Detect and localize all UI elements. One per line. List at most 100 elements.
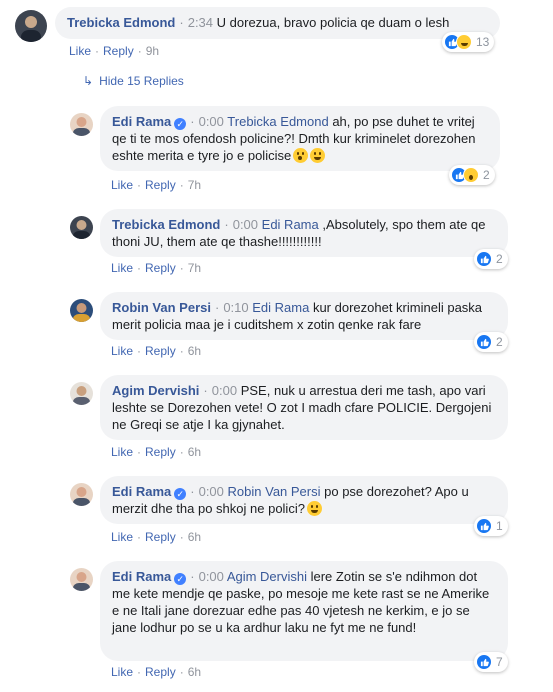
like-reaction-icon bbox=[476, 251, 492, 267]
like-link[interactable]: Like bbox=[111, 665, 133, 679]
comment-actions: Like · Reply · 6h bbox=[111, 665, 201, 679]
reactions-summary[interactable]: 13 bbox=[442, 32, 495, 52]
reactions-summary[interactable]: 1 bbox=[474, 516, 508, 536]
flushed-emoji bbox=[293, 148, 309, 163]
like-link[interactable]: Like bbox=[111, 530, 133, 544]
comment-bubble: Trebicka Edmond · 2:34 U dorezua, bravo po… bbox=[55, 7, 500, 39]
reply-link[interactable]: Reply bbox=[103, 44, 134, 58]
comment-author[interactable]: Edi Rama bbox=[112, 114, 171, 129]
reactions-summary[interactable]: 2 bbox=[474, 332, 508, 352]
like-link[interactable]: Like bbox=[111, 178, 133, 192]
action-separator: · bbox=[137, 178, 142, 192]
thumbs-up-glyph bbox=[480, 338, 489, 346]
verified-badge-icon: ✓ bbox=[174, 118, 187, 130]
comment-author[interactable]: Trebicka Edmond bbox=[67, 15, 175, 30]
comment-age[interactable]: 6h bbox=[188, 344, 201, 358]
mention-link[interactable]: Robin Van Persi bbox=[228, 484, 321, 499]
comment-actions: Like · Reply · 6h bbox=[111, 530, 201, 544]
reply-link[interactable]: Reply bbox=[145, 261, 176, 275]
comment-age[interactable]: 9h bbox=[146, 44, 159, 58]
action-separator: · bbox=[179, 344, 184, 358]
verified-badge-icon: ✓ bbox=[174, 573, 187, 585]
comment-timestamp[interactable]: 0:00 bbox=[199, 569, 224, 584]
hide-replies-link[interactable]: ↳ Hide 15 Replies bbox=[83, 74, 184, 88]
verified-badge-icon: ✓ bbox=[174, 488, 187, 500]
timestamp-separator: · bbox=[190, 114, 195, 129]
action-separator: · bbox=[179, 445, 184, 459]
reply-link[interactable]: Reply bbox=[145, 344, 176, 358]
reply-link[interactable]: Reply bbox=[145, 445, 176, 459]
comment-actions: Like · Reply · 7h bbox=[111, 178, 201, 192]
comment-actions: Like · Reply · 7h bbox=[111, 261, 201, 275]
comment-actions: Like · Reply · 6h bbox=[111, 445, 201, 459]
avatar[interactable] bbox=[70, 483, 93, 506]
comment-actions: Like · Reply · 9h bbox=[69, 44, 159, 58]
comment-author[interactable]: Edi Rama bbox=[112, 484, 171, 499]
action-separator: · bbox=[179, 665, 184, 679]
comment-timestamp[interactable]: 0:00 bbox=[199, 484, 224, 499]
avatar[interactable] bbox=[70, 568, 93, 591]
thumbs-up-glyph bbox=[480, 522, 489, 530]
action-separator: · bbox=[137, 344, 142, 358]
comment-timestamp[interactable]: 0:10 bbox=[223, 300, 248, 315]
comment-bubble: Agim Dervishi · 0:00 PSE, nuk u arrestua d… bbox=[100, 375, 508, 440]
comment-body-text: U dorezua, bravo policia qe duam o lesh bbox=[216, 15, 450, 30]
like-reaction-icon bbox=[476, 654, 492, 670]
comment-timestamp[interactable]: 0:00 bbox=[212, 383, 237, 398]
avatar[interactable] bbox=[70, 299, 93, 322]
comment-author[interactable]: Agim Dervishi bbox=[112, 383, 199, 398]
comment-author[interactable]: Trebicka Edmond bbox=[112, 217, 220, 232]
mention-link[interactable]: Agim Dervishi bbox=[227, 569, 307, 584]
reaction-count: 13 bbox=[476, 35, 490, 49]
thumbs-up-glyph bbox=[480, 255, 489, 263]
reactions-summary[interactable]: 2 bbox=[449, 165, 495, 185]
laughing-emoji bbox=[310, 148, 326, 163]
action-separator: · bbox=[137, 261, 142, 275]
comment-bubble: Robin Van Persi · 0:10 Edi Rama kur dorezo… bbox=[100, 292, 508, 340]
timestamp-separator: · bbox=[203, 383, 208, 398]
hide-replies-label: Hide 15 Replies bbox=[99, 74, 184, 88]
comment-bubble: Edi Rama ✓ · 0:00 Robin Van Persi po pse do… bbox=[100, 476, 508, 524]
avatar[interactable] bbox=[70, 113, 93, 136]
like-link[interactable]: Like bbox=[111, 344, 133, 358]
comment-bubble: Edi Rama ✓ · 0:00 Agim Dervishi lere Zotin … bbox=[100, 561, 508, 661]
mention-link[interactable]: Edi Rama bbox=[252, 300, 309, 315]
avatar[interactable] bbox=[70, 382, 93, 405]
mention-link[interactable]: Edi Rama bbox=[262, 217, 319, 232]
wow-reaction-icon bbox=[463, 167, 479, 183]
reply-link[interactable]: Reply bbox=[145, 530, 176, 544]
avatar[interactable] bbox=[70, 216, 93, 239]
timestamp-separator: · bbox=[214, 300, 220, 315]
thumbs-up-glyph bbox=[480, 658, 489, 666]
action-separator: · bbox=[137, 665, 142, 679]
comment-timestamp[interactable]: 2:34 bbox=[188, 15, 213, 30]
reaction-count: 1 bbox=[496, 519, 503, 533]
action-separator: · bbox=[137, 44, 142, 58]
like-reaction-icon bbox=[476, 518, 492, 534]
action-separator: · bbox=[137, 530, 142, 544]
comment-author[interactable]: Robin Van Persi bbox=[112, 300, 211, 315]
comment-timestamp[interactable]: 0:00 bbox=[233, 217, 258, 232]
comment-bubble: Trebicka Edmond · 0:00 Edi Rama ,Absolutel… bbox=[100, 209, 508, 257]
like-link[interactable]: Like bbox=[111, 261, 133, 275]
reply-link[interactable]: Reply bbox=[145, 665, 176, 679]
comment-age[interactable]: 6h bbox=[188, 445, 201, 459]
comment-age[interactable]: 7h bbox=[188, 178, 201, 192]
comment-age[interactable]: 6h bbox=[188, 530, 201, 544]
like-link[interactable]: Like bbox=[69, 44, 91, 58]
reply-link[interactable]: Reply bbox=[145, 178, 176, 192]
emoji-mouth bbox=[314, 157, 322, 160]
like-link[interactable]: Like bbox=[111, 445, 133, 459]
comment-age[interactable]: 6h bbox=[188, 665, 201, 679]
comment-timestamp[interactable]: 0:00 bbox=[199, 114, 224, 129]
reaction-count: 7 bbox=[496, 655, 503, 669]
laughing-emoji bbox=[306, 501, 322, 516]
reply-arrow-icon: ↳ bbox=[83, 74, 94, 88]
reactions-summary[interactable]: 2 bbox=[474, 249, 508, 269]
reaction-count: 2 bbox=[483, 168, 490, 182]
comment-author[interactable]: Edi Rama bbox=[112, 569, 171, 584]
reactions-summary[interactable]: 7 bbox=[474, 652, 508, 672]
mention-link[interactable]: Trebicka Edmond bbox=[227, 114, 328, 129]
avatar[interactable] bbox=[15, 10, 47, 42]
comment-age[interactable]: 7h bbox=[188, 261, 201, 275]
